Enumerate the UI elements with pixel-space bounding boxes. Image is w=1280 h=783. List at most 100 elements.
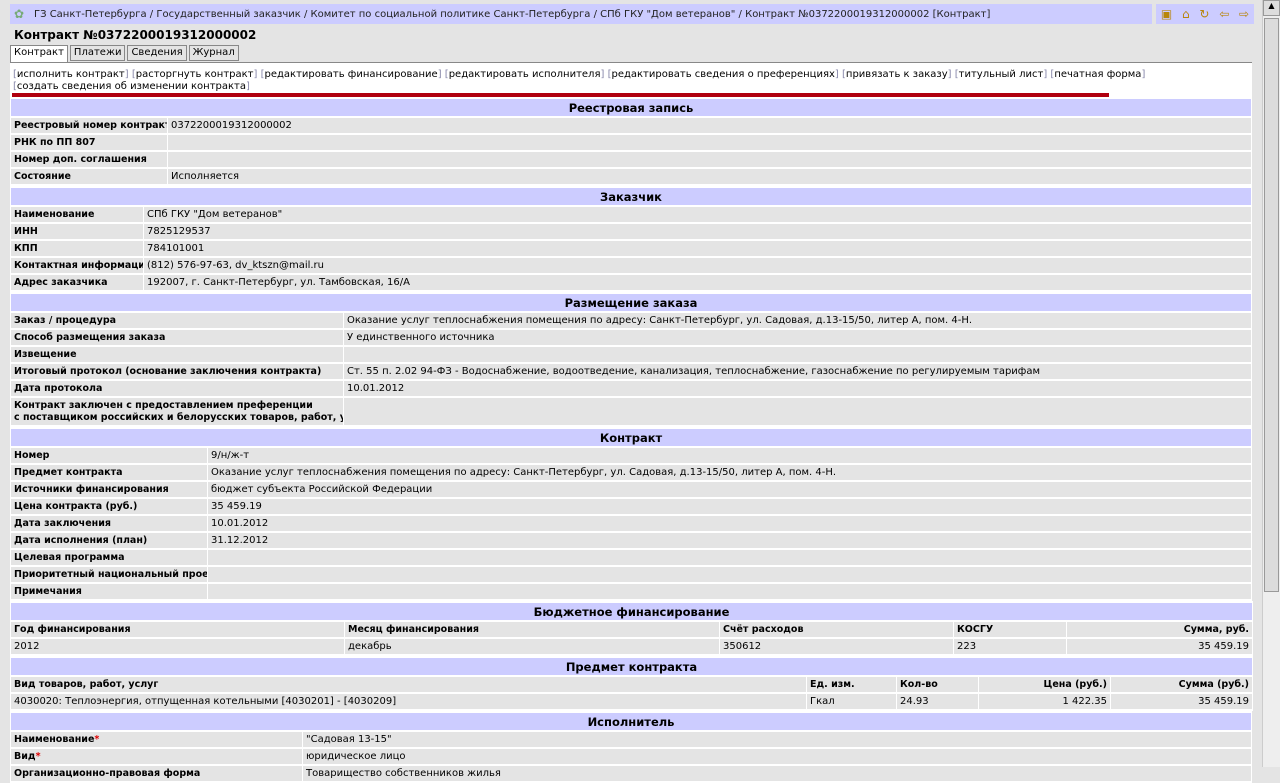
toolbar: ▣ ⌂ ↻ ⇦ ⇨ [1156,4,1254,24]
home-icon[interactable]: ⌂ [1182,7,1190,21]
field-label: Предмет контракта [10,463,208,482]
field-value: юридическое лицо [302,747,1252,766]
field-value: "Садовая 13-15" [302,730,1252,749]
table-row: Номер 9/н/ж-т [10,446,1252,465]
tab-contract[interactable]: Контракт [10,45,68,63]
field-label: Состояние [10,167,168,186]
field-label: Наименование* [10,730,303,749]
table-row: Номер доп. соглашения [10,150,1252,169]
field-label: Цена контракта (руб.) [10,497,208,516]
field-label: КПП [10,239,144,258]
field-value [167,150,1252,169]
column-header: Цена (руб.) [978,675,1111,694]
field-value: 192007, г. Санкт-Петербург, ул. Тамбовск… [143,273,1252,292]
forward-arrow-icon[interactable]: ⇨ [1239,7,1249,21]
section-header: Исполнитель [10,711,1252,732]
app-logo-icon: ✿ [14,7,25,21]
field-label: ИНН [10,222,144,241]
field-label: Дата исполнения (план) [10,531,208,550]
table-row: Цена контракта (руб.) 35 459.19 [10,497,1252,516]
refresh-icon[interactable]: ↻ [1199,7,1209,21]
table-row: Итоговый протокол (основание заключения … [10,362,1252,381]
table-row: Реестровый номер контракта 03722000193120… [10,116,1252,135]
section-header: Бюджетное финансирование [9,601,1254,622]
action-terminate-link[interactable]: [расторгнуть контракт] [132,69,258,80]
column-header: Счёт расходов [719,620,954,639]
table-cell: 4030020: Теплоэнергия, отпущенная котель… [10,692,807,711]
scroll-up-icon[interactable]: ▲ [1263,0,1280,16]
table-row: Извещение [10,345,1252,364]
section-header: Размещение заказа [10,292,1252,313]
column-header: Год финансирования [10,620,345,639]
field-value [207,548,1252,567]
placement-section: Размещение заказа Заказ / процедура Оказан… [10,292,1252,427]
field-value: СПб ГКУ "Дом ветеранов" [143,205,1252,224]
tab-info[interactable]: Сведения [127,45,187,61]
breadcrumb-text[interactable]: ГЗ Санкт-Петербурга / Государственный за… [34,9,990,20]
table-cell: декабрь [344,637,720,656]
field-value: 0372200019312000002 [167,116,1252,135]
section-header: Предмет контракта [10,656,1253,677]
table-row: Дата протокола 10.01.2012 [10,379,1252,398]
breadcrumb: ✿ ГЗ Санкт-Петербурга / Государственный з… [10,4,1152,24]
column-header: Месяц финансирования [344,620,720,639]
field-value [167,133,1252,152]
table-row: Состояние Исполняется [10,167,1252,186]
table-row: РНК по ПП 807 [10,133,1252,152]
section-header: Реестровая запись [10,97,1252,118]
table-cell: 223 [953,637,1067,656]
table-row: Наименование СПб ГКУ "Дом ветеранов" [10,205,1252,224]
action-edit-preferences-link[interactable]: [редактировать сведения о преференциях] [608,69,839,80]
table-cell: 1 422.35 [978,692,1111,711]
table-row: Приоритетный национальный проект [10,565,1252,584]
column-header: Ед. изм. [806,675,897,694]
section-header: Контракт [10,427,1252,448]
field-value: 9/н/ж-т [207,446,1252,465]
column-header: Кол-во [896,675,979,694]
field-label: Реестровый номер контракта [10,116,168,135]
contract-details: Реестровая запись Реестровый номер контра… [9,97,1254,783]
table-row: Контракт заключен с предоставлением преф… [10,396,1252,427]
field-value: У единственного источника [343,328,1252,347]
page-title: Контракт №0372200019312000002 [14,28,257,42]
action-edit-financing-link[interactable]: [редактировать финансирование] [261,69,442,80]
column-header: Вид товаров, работ, услуг [10,675,807,694]
field-value: 35 459.19 [207,497,1252,516]
table-cell: 24.93 [896,692,979,711]
supplier-section: Исполнитель Наименование* "Садовая 13-15" В… [10,711,1252,783]
action-print-form-link[interactable]: [печатная форма] [1050,69,1145,80]
field-value [343,345,1252,364]
table-row: Дата заключения 10.01.2012 [10,514,1252,533]
action-link-order-link[interactable]: [привязать к заказу] [842,69,952,80]
notes-icon[interactable]: ▣ [1161,7,1172,21]
contract-section: Контракт Номер 9/н/ж-т Предмет контракта Ока… [10,427,1252,601]
back-arrow-icon[interactable]: ⇦ [1219,7,1229,21]
column-header: Сумма, руб. [1065,620,1254,639]
action-execute-link[interactable]: [исполнить контракт] [13,69,129,80]
action-edit-supplier-link[interactable]: [редактировать исполнителя] [445,69,605,80]
field-value: Исполняется [167,167,1252,186]
column-header: КОСГУ [953,620,1067,639]
field-label: Дата протокола [10,379,344,398]
field-value: Оказание услуг теплоснабжения помещения … [207,463,1252,482]
table-row: Способ размещения заказа У единственного … [10,328,1252,347]
action-title-page-link[interactable]: [титульный лист] [955,69,1048,80]
table-cell: 2012 [10,637,345,656]
table-cell: Гкал [806,692,897,711]
table-row: ИНН 7825129537 [10,222,1252,241]
field-value: 10.01.2012 [343,379,1252,398]
scrollbar-thumb[interactable] [1264,18,1279,592]
action-create-change-info-link[interactable]: [создать сведения об изменении контракта… [13,81,250,92]
section-header: Заказчик [10,186,1252,207]
field-label: Итоговый протокол (основание заключения … [10,362,344,381]
field-value: Ст. 55 п. 2.02 94-ФЗ - Водоснабжение, во… [343,362,1252,381]
table-cell: 35 459.19 [1065,637,1254,656]
field-label: Заказ / процедура [10,311,344,330]
tab-journal[interactable]: Журнал [188,45,239,61]
column-header: Сумма (руб.) [1110,675,1253,694]
registry-section: Реестровая запись Реестровый номер контра… [10,97,1252,186]
table-row: Целевая программа [10,548,1252,567]
field-label: Номер доп. соглашения [10,150,168,169]
scrollbar[interactable]: ▲ [1262,0,1280,767]
tab-payments[interactable]: Платежи [69,45,126,61]
